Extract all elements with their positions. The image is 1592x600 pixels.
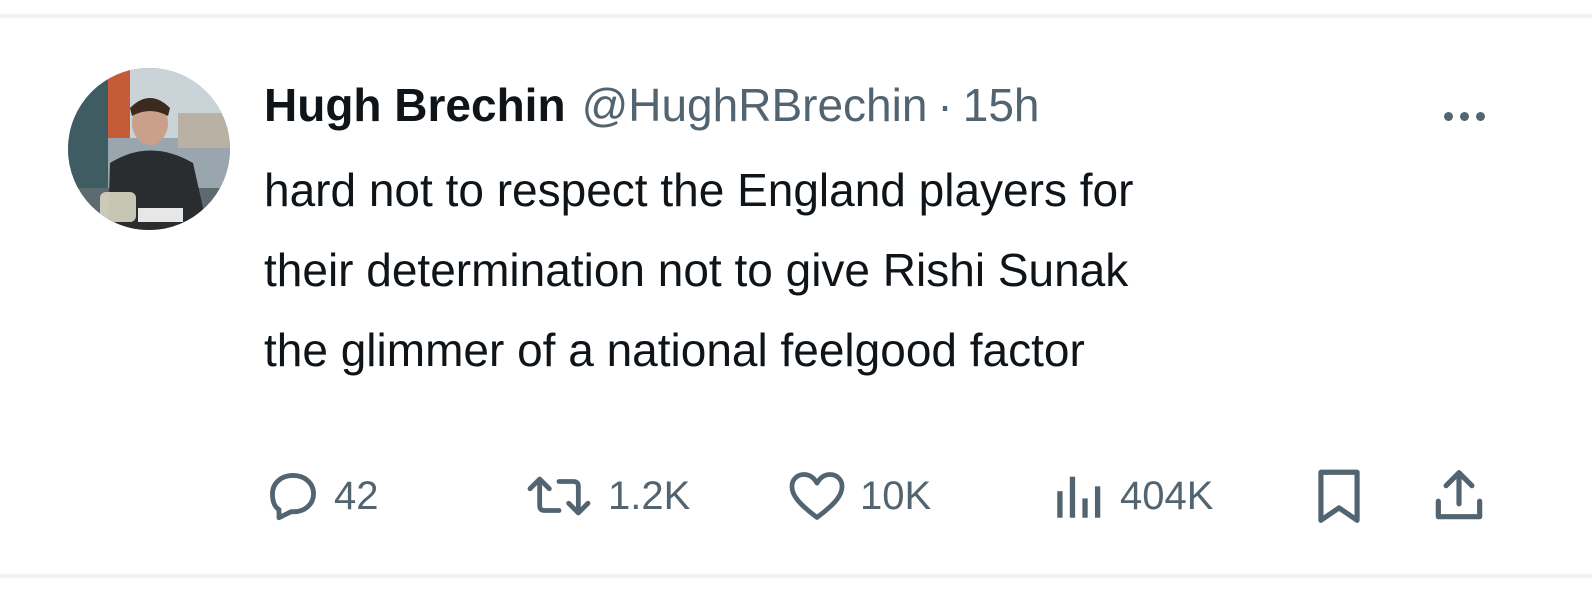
repost-button[interactable]: 1.2K xyxy=(522,466,690,526)
more-icon-dot xyxy=(1459,111,1469,121)
timestamp[interactable]: 15h xyxy=(963,70,1040,140)
more-icon xyxy=(1443,111,1453,121)
tweet-content: Hugh Brechin @HughRBrechin · 15h hard no… xyxy=(264,70,1504,390)
views-count: 404K xyxy=(1120,473,1214,518)
views-chart-icon xyxy=(1057,476,1101,518)
repost-icon xyxy=(527,476,591,516)
bookmark-icon xyxy=(1318,469,1360,523)
action-bar: 42 1.2K 10K 404K xyxy=(0,466,1592,526)
tweet-header: Hugh Brechin @HughRBrechin · 15h xyxy=(264,70,1504,140)
handle[interactable]: @HughRBrechin xyxy=(582,70,928,140)
like-count: 10K xyxy=(860,473,932,518)
display-name[interactable]: Hugh Brechin xyxy=(264,70,566,140)
reply-icon xyxy=(270,473,316,521)
heart-icon xyxy=(789,472,845,520)
tweet-text-line: hard not to respect the England players … xyxy=(264,164,1134,216)
more-options-button[interactable] xyxy=(1432,96,1496,136)
avatar-photo xyxy=(68,68,230,230)
separator-dot: · xyxy=(937,79,953,131)
tweet-text: hard not to respect the England players … xyxy=(264,150,1464,390)
share-icon xyxy=(1435,470,1483,520)
bookmark-button[interactable] xyxy=(1308,466,1370,526)
views-button[interactable]: 404K xyxy=(1050,466,1213,526)
reply-count: 42 xyxy=(334,473,379,518)
repost-count: 1.2K xyxy=(608,473,691,518)
more-icon-dot xyxy=(1475,111,1485,121)
bottom-divider xyxy=(0,574,1592,578)
tweet-text-line: their determination not to give Rishi Su… xyxy=(264,244,1129,296)
reply-button[interactable]: 42 xyxy=(264,466,379,526)
share-button[interactable] xyxy=(1428,466,1490,526)
avatar[interactable] xyxy=(68,68,230,230)
like-button[interactable]: 10K xyxy=(786,466,931,526)
tweet[interactable]: Hugh Brechin @HughRBrechin · 15h hard no… xyxy=(0,18,1592,574)
tweet-text-line: the glimmer of a national feelgood facto… xyxy=(264,324,1085,376)
